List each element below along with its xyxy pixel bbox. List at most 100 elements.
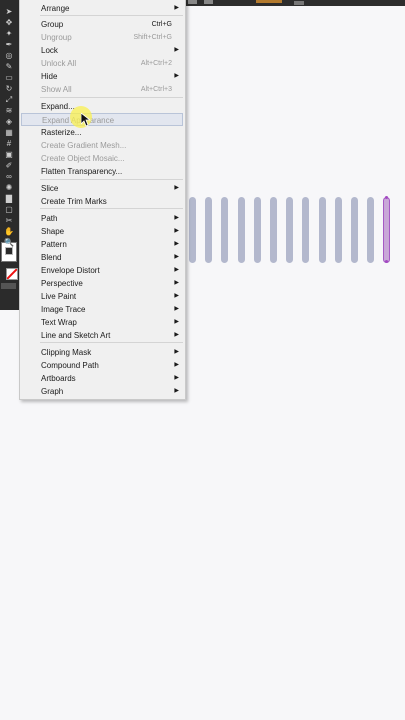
menu-item-lock[interactable]: Lock ▶ xyxy=(21,44,183,57)
graph-icon[interactable]: ▇ xyxy=(2,193,16,204)
menu-item-label: Flatten Transparency... xyxy=(41,167,123,176)
bar[interactable] xyxy=(319,197,326,263)
zoom-icon[interactable]: 🔍 xyxy=(2,237,16,248)
menu-item-show-all[interactable]: Show All Alt+Ctrl+3 xyxy=(21,83,183,96)
bar[interactable] xyxy=(221,197,228,263)
submenu-arrow-icon: ▶ xyxy=(174,185,179,191)
menu-item-flatten-transparency[interactable]: Flatten Transparency... xyxy=(21,165,183,178)
menu-separator xyxy=(40,342,183,343)
menu-item-create-trim-marks[interactable]: Create Trim Marks xyxy=(21,195,183,208)
menu-item-unlock-all[interactable]: Unlock All Alt+Ctrl+2 xyxy=(21,57,183,70)
bar[interactable] xyxy=(254,197,261,263)
menu-item-create-object-mosaic[interactable]: Create Object Mosaic... xyxy=(21,152,183,165)
artboard-icon[interactable]: ▢ xyxy=(2,204,16,215)
bar[interactable] xyxy=(351,197,358,263)
submenu-arrow-icon: ▶ xyxy=(174,241,179,247)
menu-item-expand-appearance[interactable]: Expand Appearance xyxy=(21,113,183,126)
symbol-sprayer-icon[interactable]: ✺ xyxy=(2,182,16,193)
selected-bar[interactable] xyxy=(383,197,390,263)
menu-item-ungroup[interactable]: Ungroup Shift+Ctrl+G xyxy=(21,31,183,44)
menu-item-label: Live Paint xyxy=(41,292,77,301)
menu-item-label: Show All xyxy=(41,85,72,94)
submenu-arrow-icon: ▶ xyxy=(174,319,179,325)
slice-icon[interactable]: ✂ xyxy=(2,215,16,226)
menu-item-group[interactable]: Group Ctrl+G xyxy=(21,18,183,31)
menu-item-label: Blend xyxy=(41,253,62,262)
bar[interactable] xyxy=(270,197,277,263)
menu-item-label: Graph xyxy=(41,387,64,396)
none-swatch-icon[interactable] xyxy=(6,268,18,280)
submenu-arrow-icon: ▶ xyxy=(174,73,179,79)
bar[interactable] xyxy=(367,197,374,263)
menu-item-path[interactable]: Path ▶ xyxy=(21,212,183,225)
menu-item-clipping-mask[interactable]: Clipping Mask ▶ xyxy=(21,346,183,359)
submenu-arrow-icon: ▶ xyxy=(174,267,179,273)
menu-item-line-and-sketch-art[interactable]: Line and Sketch Art ▶ xyxy=(21,329,183,342)
drawing-mode-button[interactable] xyxy=(1,283,16,289)
menu-item-slice[interactable]: Slice ▶ xyxy=(21,182,183,195)
menu-item-label: Image Trace xyxy=(41,305,86,314)
bar[interactable] xyxy=(302,197,309,263)
menu-item-hide[interactable]: Hide ▶ xyxy=(21,70,183,83)
menu-item-label: Create Object Mosaic... xyxy=(41,154,125,163)
menu-item-live-paint[interactable]: Live Paint ▶ xyxy=(21,290,183,303)
menu-item-shortcut: Shift+Ctrl+G xyxy=(133,34,172,41)
canvas[interactable] xyxy=(185,0,405,720)
menu-item-perspective[interactable]: Perspective ▶ xyxy=(21,277,183,290)
menu-item-label: Compound Path xyxy=(41,361,99,370)
blend-icon[interactable]: ∞ xyxy=(2,171,16,182)
menu-item-image-trace[interactable]: Image Trace ▶ xyxy=(21,303,183,316)
menu-item-label: Hide xyxy=(41,72,58,81)
menu-separator xyxy=(40,179,183,180)
bar[interactable] xyxy=(189,197,196,263)
magic-wand-icon[interactable]: ✦ xyxy=(2,28,16,39)
menu-item-arrange[interactable]: Arrange ▶ xyxy=(21,2,183,15)
selection-icon[interactable]: ➤ xyxy=(2,6,16,17)
ellipse-icon[interactable]: ◎ xyxy=(2,50,16,61)
scale-icon[interactable]: ⤢ xyxy=(2,94,16,105)
menu-item-shape[interactable]: Shape ▶ xyxy=(21,225,183,238)
menu-item-label: Line and Sketch Art xyxy=(41,331,111,340)
paintbrush-icon[interactable]: ✎ xyxy=(2,61,16,72)
tools-panel: ➤ ✥ ✦ ✒ ◎ ✎ ▭ ↻ ⤢ ≋ ◈ ▦ # ▣ ✐ ∞ ✺ ▇ ▢ ✂ ✋ 🔍 xyxy=(0,0,19,310)
menu-item-compound-path[interactable]: Compound Path ▶ xyxy=(21,359,183,372)
menu-separator xyxy=(40,15,183,16)
eyedropper-icon[interactable]: ✐ xyxy=(2,160,16,171)
direct-selection-icon[interactable]: ✥ xyxy=(2,17,16,28)
pen-icon[interactable]: ✒ xyxy=(2,39,16,50)
bar[interactable] xyxy=(286,197,293,263)
menu-item-rasterize[interactable]: Rasterize... xyxy=(21,126,183,139)
object-menu: Arrange ▶ Group Ctrl+G Ungroup Shift+Ctrl+G Lo… xyxy=(19,0,186,400)
menu-item-label: Clipping Mask xyxy=(41,348,92,357)
menu-item-expand[interactable]: Expand... xyxy=(21,100,183,113)
bar[interactable] xyxy=(335,197,342,263)
anchor-point[interactable] xyxy=(385,260,388,263)
gradient-icon[interactable]: ▣ xyxy=(2,149,16,160)
bar[interactable] xyxy=(205,197,212,263)
eraser-icon[interactable]: ▭ xyxy=(2,72,16,83)
menu-item-shortcut: Alt+Ctrl+2 xyxy=(140,60,172,67)
menu-item-label: Expand... xyxy=(41,102,75,111)
menu-item-label: Create Trim Marks xyxy=(41,197,107,206)
menu-item-text-wrap[interactable]: Text Wrap ▶ xyxy=(21,316,183,329)
shape-builder-icon[interactable]: ◈ xyxy=(2,116,16,127)
rotate-icon[interactable]: ↻ xyxy=(2,83,16,94)
menu-item-blend[interactable]: Blend ▶ xyxy=(21,251,183,264)
menu-item-envelope-distort[interactable]: Envelope Distort ▶ xyxy=(21,264,183,277)
anchor-point[interactable] xyxy=(385,196,388,199)
perspective-grid-icon[interactable]: ▦ xyxy=(2,127,16,138)
menu-item-graph[interactable]: Graph ▶ xyxy=(21,385,183,398)
bar[interactable] xyxy=(238,197,245,263)
submenu-arrow-icon: ▶ xyxy=(174,388,179,394)
menu-item-label: Text Wrap xyxy=(41,318,77,327)
width-icon[interactable]: ≋ xyxy=(2,105,16,116)
menu-item-pattern[interactable]: Pattern ▶ xyxy=(21,238,183,251)
mesh-icon[interactable]: # xyxy=(2,138,16,149)
menu-item-artboards[interactable]: Artboards ▶ xyxy=(21,372,183,385)
submenu-arrow-icon: ▶ xyxy=(174,375,179,381)
submenu-arrow-icon: ▶ xyxy=(174,280,179,286)
menu-item-label: Create Gradient Mesh... xyxy=(41,141,127,150)
hand-icon[interactable]: ✋ xyxy=(2,226,16,237)
menu-item-create-gradient-mesh[interactable]: Create Gradient Mesh... xyxy=(21,139,183,152)
menu-item-label: Slice xyxy=(41,184,59,193)
